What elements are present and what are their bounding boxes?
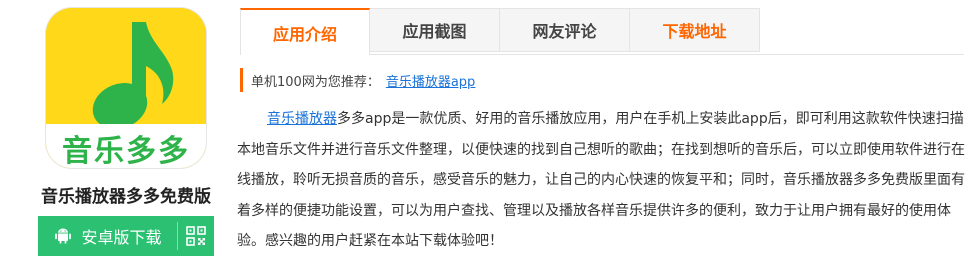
android-download-button[interactable]: 安卓版下载: [38, 216, 177, 256]
recommend-line: 单机100网为您推荐： 音乐播放器app: [240, 68, 475, 92]
qr-code-icon: [186, 226, 206, 246]
qr-code-button[interactable]: [178, 216, 214, 256]
app-icon-text: 音乐多多: [62, 134, 190, 168]
app-description: 音乐播放器多多app是一款优质、好用的音乐播放应用，用户在手机上安装此app后，…: [237, 104, 967, 257]
recommend-prefix: 单机100网为您推荐：: [251, 74, 380, 90]
description-link[interactable]: 音乐播放器: [267, 111, 337, 127]
android-icon: [55, 228, 72, 244]
tab-download-address[interactable]: 下载地址: [630, 8, 760, 52]
android-download-label: 安卓版下载: [81, 228, 162, 247]
tab-user-comments[interactable]: 网友评论: [500, 8, 630, 52]
app-icon: 音乐多多: [46, 8, 206, 168]
description-text: 多多app是一款优质、好用的音乐播放应用，用户在手机上安装此app后，即可利用这…: [237, 111, 965, 249]
app-name: 音乐播放器多多免费版: [41, 187, 211, 207]
tab-app-intro[interactable]: 应用介绍: [240, 8, 370, 55]
recommend-link[interactable]: 音乐播放器app: [386, 71, 475, 90]
tab-bar: 应用介绍 应用截图 网友评论 下载地址: [240, 8, 964, 55]
download-bar: 安卓版下载: [38, 216, 214, 256]
recommend-marker: [240, 68, 243, 92]
tab-app-screenshots[interactable]: 应用截图: [370, 8, 500, 52]
